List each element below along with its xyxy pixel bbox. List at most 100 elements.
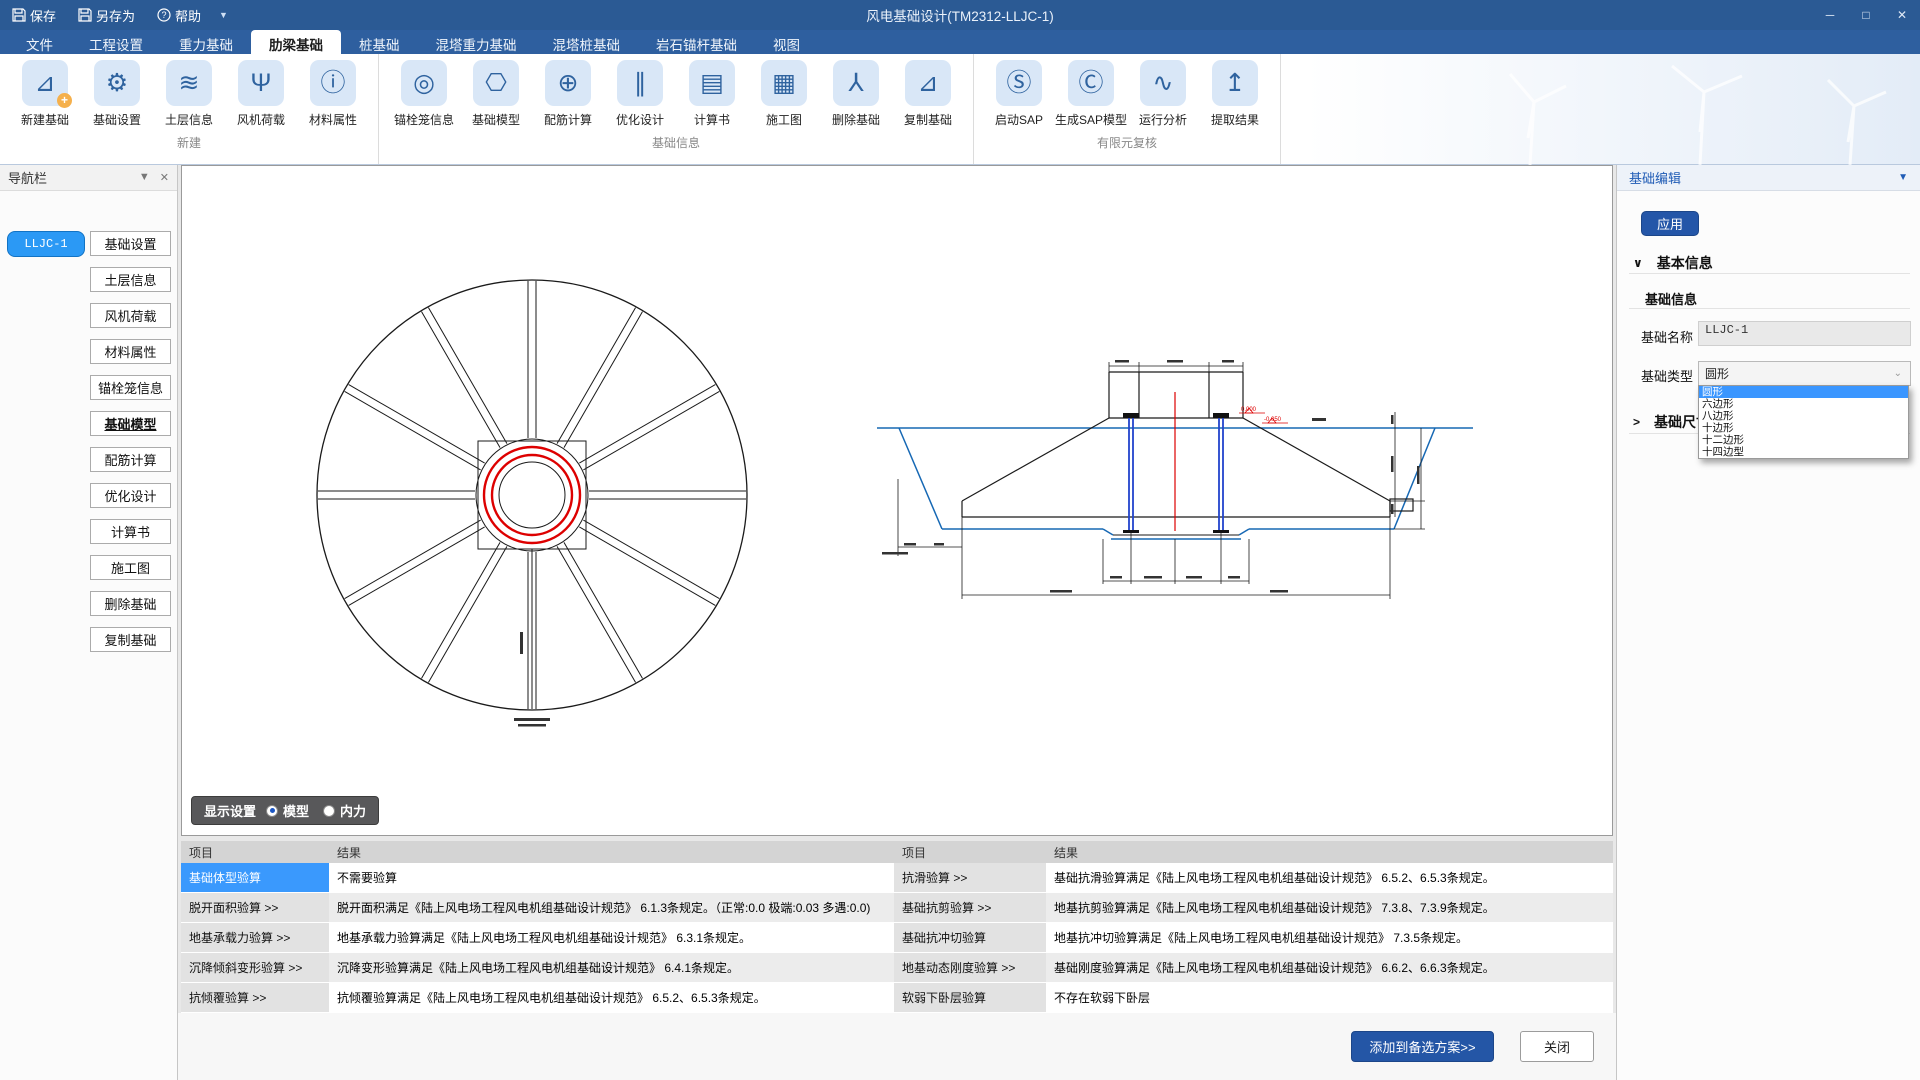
check-item-cell[interactable]: 抗滑验算 >>: [894, 863, 1046, 893]
sidebar-item-风机荷载[interactable]: 风机荷载: [90, 303, 171, 328]
sidebar-item-材料属性[interactable]: 材料属性: [90, 339, 171, 364]
ribbon-item-label: 启动SAP: [995, 111, 1043, 128]
sidebar-item-配筋计算[interactable]: 配筋计算: [90, 447, 171, 472]
maximize-icon[interactable]: □: [1848, 0, 1884, 30]
table-row: 抗倾覆验算 >>抗倾覆验算满足《陆上风电场工程风电机组基础设计规范》 6.5.2…: [181, 983, 1613, 1013]
foundation-type-select[interactable]: 圆形 ⌄: [1698, 361, 1911, 386]
sidebar-item-删除基础[interactable]: 删除基础: [90, 591, 171, 616]
ribbon-button-配筋计算[interactable]: ⊕配筋计算: [533, 60, 603, 128]
display-option-内力[interactable]: 内力: [323, 801, 366, 820]
sidebar-item-计算书[interactable]: 计算书: [90, 519, 171, 544]
check-item-cell[interactable]: 基础抗剪验算 >>: [894, 893, 1046, 923]
menu-tab-重力基础[interactable]: 重力基础: [161, 30, 251, 54]
ribbon-button-复制基础[interactable]: ⊿复制基础: [893, 60, 963, 128]
type-option-八边形[interactable]: 八边形: [1699, 410, 1908, 422]
check-item-cell[interactable]: 脱开面积验算 >>: [181, 893, 329, 923]
panel-collapse-icon[interactable]: ▼: [139, 171, 150, 184]
sidebar-item-优化设计[interactable]: 优化设计: [90, 483, 171, 508]
ribbon-item-label: 生成SAP模型: [1055, 111, 1127, 128]
sidebar-item-基础模型[interactable]: 基础模型: [90, 411, 171, 436]
check-result-cell: 抗倾覆验算满足《陆上风电场工程风电机组基础设计规范》 6.5.2、6.5.3条规…: [329, 983, 894, 1013]
type-option-十四边型[interactable]: 十四边型: [1699, 446, 1908, 458]
run-analysis-icon: ∿: [1140, 60, 1186, 106]
ribbon-button-基础设置[interactable]: ⚙基础设置: [82, 60, 152, 128]
minimize-icon[interactable]: ─: [1812, 0, 1848, 30]
anchor-cage-icon-glyph: ◎: [413, 71, 435, 96]
elevation-mark-lower: -0.050: [1264, 417, 1282, 423]
ribbon-item-label: 基础模型: [472, 111, 520, 128]
check-item-cell[interactable]: 基础抗冲切验算: [894, 923, 1046, 953]
new-foundation-icon-glyph: ⊿: [35, 71, 56, 96]
type-option-六边形[interactable]: 六边形: [1699, 398, 1908, 410]
navigation-panel: 导航栏 ▼ ✕ LLJC-1 基础设置土层信息风机荷载材料属性锚栓笼信息基础模型…: [0, 165, 178, 1080]
apply-button[interactable]: 应用: [1641, 211, 1699, 236]
ribbon-button-启动SAP[interactable]: Ⓢ 启动SAP: [984, 60, 1054, 128]
ribbon-button-施工图[interactable]: ▦施工图: [749, 60, 819, 128]
ribbon-button-风机荷载[interactable]: Ψ风机荷载: [226, 60, 296, 128]
turbine-load-icon: Ψ: [238, 60, 284, 106]
ribbon-item-label: 材料属性: [309, 111, 357, 128]
menu-tab-混塔桩基础[interactable]: 混塔桩基础: [535, 30, 639, 54]
ribbon-button-提取结果[interactable]: ↥提取结果: [1200, 60, 1270, 128]
add-to-candidates-button[interactable]: 添加到备选方案>>: [1351, 1031, 1494, 1062]
sidebar-item-土层信息[interactable]: 土层信息: [90, 267, 171, 292]
menu-tab-文件[interactable]: 文件: [8, 30, 71, 54]
copy-foundation-icon-glyph: ⊿: [918, 71, 939, 96]
foundation-model-icon-glyph: ⎔: [485, 71, 507, 96]
display-option-模型[interactable]: 模型: [266, 801, 309, 820]
menu-tab-工程设置[interactable]: 工程设置: [71, 30, 161, 54]
close-icon[interactable]: ✕: [1884, 0, 1920, 30]
type-option-十边形[interactable]: 十边形: [1699, 422, 1908, 434]
table-row: 基础体型验算不需要验算抗滑验算 >>基础抗滑验算满足《陆上风电场工程风电机组基础…: [181, 863, 1613, 893]
check-item-cell[interactable]: 地基动态刚度验算 >>: [894, 953, 1046, 983]
ribbon-button-材料属性[interactable]: ⓘ材料属性: [298, 60, 368, 128]
ribbon-button-优化设计[interactable]: ∥优化设计: [605, 60, 675, 128]
menu-tab-视图[interactable]: 视图: [755, 30, 818, 54]
check-item-cell[interactable]: 地基承载力验算 >>: [181, 923, 329, 953]
menu-tab-混塔重力基础[interactable]: 混塔重力基础: [418, 30, 535, 54]
launch-sap-icon-glyph: Ⓢ: [1006, 71, 1031, 96]
sidebar-item-基础设置[interactable]: 基础设置: [90, 231, 171, 256]
ribbon-button-新建基础[interactable]: ⊿+新建基础: [10, 60, 80, 128]
ribbon-button-运行分析[interactable]: ∿运行分析: [1128, 60, 1198, 128]
optimize-design-icon-glyph: ∥: [634, 71, 647, 96]
ribbon-button-删除基础[interactable]: ⅄删除基础: [821, 60, 891, 128]
foundation-name-input[interactable]: LLJC-1: [1698, 321, 1911, 346]
save-as-button[interactable]: 另存为: [66, 6, 145, 25]
check-item-cell[interactable]: 抗倾覆验算 >>: [181, 983, 329, 1013]
quick-access-caret-icon[interactable]: ▼: [211, 10, 236, 20]
sidebar-item-施工图[interactable]: 施工图: [90, 555, 171, 580]
table-header-item-1: 项目: [181, 841, 329, 863]
check-result-cell: 脱开面积满足《陆上风电场工程风电机组基础设计规范》 6.1.3条规定。（正常:0…: [329, 893, 894, 923]
chevron-right-icon: >: [1633, 415, 1640, 429]
generate-sap-model-icon: Ⓒ: [1068, 60, 1114, 106]
save-button[interactable]: 保存: [0, 6, 66, 25]
table-header-item-2: 项目: [894, 841, 1046, 863]
type-option-十二边形[interactable]: 十二边形: [1699, 434, 1908, 446]
check-item-cell[interactable]: 软弱下卧层验算: [894, 983, 1046, 1013]
check-item-cell[interactable]: 沉降倾斜变形验算 >>: [181, 953, 329, 983]
panel-close-icon[interactable]: ✕: [160, 171, 169, 184]
foundation-tab[interactable]: LLJC-1: [7, 231, 85, 257]
check-result-cell: 不需要验算: [329, 863, 894, 893]
help-label: 帮助: [175, 6, 201, 25]
menu-tab-岩石锚杆基础[interactable]: 岩石锚杆基础: [638, 30, 755, 54]
close-button[interactable]: 关闭: [1520, 1031, 1594, 1062]
ribbon-items: Ⓢ 启动SAP Ⓒ 生成SAP模型∿运行分析↥提取结果: [984, 60, 1270, 128]
section-basic-info[interactable]: ∨ 基本信息: [1633, 253, 1713, 273]
check-item-cell[interactable]: 基础体型验算: [181, 863, 329, 893]
construction-drawing-icon: ▦: [761, 60, 807, 106]
ribbon-button-锚栓笼信息[interactable]: ◎锚栓笼信息: [389, 60, 459, 128]
sidebar-item-复制基础[interactable]: 复制基础: [90, 627, 171, 652]
menu-tab-桩基础[interactable]: 桩基础: [341, 30, 418, 54]
ribbon-button-生成SAP模型[interactable]: Ⓒ 生成SAP模型: [1056, 60, 1126, 128]
type-option-圆形[interactable]: 圆形: [1699, 386, 1908, 398]
panel-caret-icon[interactable]: ▼: [1898, 172, 1908, 183]
check-result-cell: 不存在软弱下卧层: [1046, 983, 1613, 1013]
sidebar-item-锚栓笼信息[interactable]: 锚栓笼信息: [90, 375, 171, 400]
menu-tab-肋梁基础[interactable]: 肋梁基础: [251, 30, 341, 54]
ribbon-button-计算书[interactable]: ▤计算书: [677, 60, 747, 128]
help-button[interactable]: ? 帮助: [145, 6, 211, 25]
ribbon-button-土层信息[interactable]: ≋土层信息: [154, 60, 224, 128]
ribbon-button-基础模型[interactable]: ⎔ 基础模型: [461, 60, 531, 128]
